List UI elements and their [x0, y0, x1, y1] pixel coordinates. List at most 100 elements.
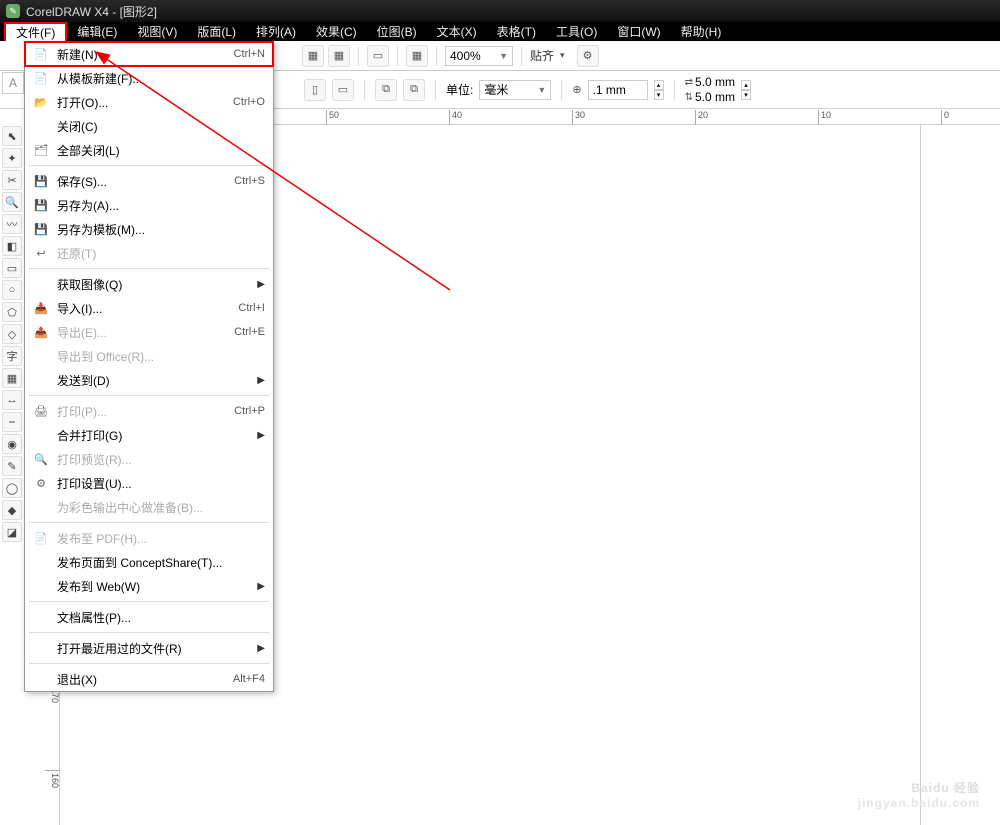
menu-tools[interactable]: 工具(O)	[546, 22, 607, 41]
menu-item-label: 合并打印(G)	[57, 427, 251, 444]
spinner-up-icon[interactable]: ▴	[654, 80, 664, 90]
ellipse-tool[interactable]: ○	[2, 280, 22, 300]
menu-bitmap[interactable]: 位图(B)	[367, 22, 427, 41]
dimension-tool[interactable]: ↔	[2, 390, 22, 410]
menu-bar: 文件(F) 编辑(E) 视图(V) 版面(L) 排列(A) 效果(C) 位图(B…	[0, 22, 1000, 41]
menu-item[interactable]: 发布页面到 ConceptShare(T)...	[25, 550, 273, 574]
ruler-tick: 0	[941, 110, 949, 125]
ruler-tick: 20	[695, 110, 708, 125]
orientation-portrait-button[interactable]: ▯	[304, 79, 326, 101]
menu-item-icon: 📤	[31, 324, 51, 340]
watermark-sub: jingyan.baidu.com	[858, 796, 980, 810]
menu-help[interactable]: 帮助(H)	[671, 22, 732, 41]
toolbar-btn[interactable]: ▦	[302, 45, 324, 67]
rectangle-tool[interactable]: ▭	[2, 258, 22, 278]
menu-layout[interactable]: 版面(L)	[187, 22, 246, 41]
menu-item[interactable]: 📄新建(N)Ctrl+N	[25, 42, 273, 66]
menu-item: 📤导出(E)...Ctrl+E	[25, 320, 273, 344]
menu-item-label: 全部关闭(L)	[57, 142, 265, 159]
menu-item-icon: 📄	[31, 530, 51, 546]
menu-arrange[interactable]: 排列(A)	[246, 22, 306, 41]
menu-item[interactable]: 🗂 全部关闭(L)	[25, 138, 273, 162]
ruler-tick: 160	[45, 770, 60, 788]
menu-item[interactable]: 合并打印(G)▶	[25, 423, 273, 447]
menu-item-label: 导出到 Office(R)...	[57, 348, 265, 365]
menu-item[interactable]: 📂打开(O)...Ctrl+O	[25, 90, 273, 114]
toolbar-btn[interactable]: ▦	[406, 45, 428, 67]
menu-item-icon	[31, 348, 51, 364]
eyedropper-tool[interactable]: ✎	[2, 456, 22, 476]
title-bar: ✎ CorelDRAW X4 - [图形2]	[0, 0, 1000, 22]
menu-item[interactable]: 💾另存为模板(M)...	[25, 217, 273, 241]
smart-fill-tool[interactable]: ◧	[2, 236, 22, 256]
menu-separator	[29, 165, 269, 166]
menu-edit[interactable]: 编辑(E)	[67, 22, 127, 41]
menu-text[interactable]: 文本(X)	[427, 22, 487, 41]
menu-item[interactable]: 📥导入(I)...Ctrl+I	[25, 296, 273, 320]
menu-view[interactable]: 视图(V)	[127, 22, 187, 41]
unit-label: 单位:	[446, 81, 473, 98]
menu-item-label: 退出(X)	[57, 671, 233, 688]
menu-item: 🔍打印预览(R)...	[25, 447, 273, 471]
nudge-field[interactable]: .1 mm	[588, 80, 648, 100]
unit-combo[interactable]: 毫米▼	[479, 80, 551, 100]
menu-item-shortcut: Alt+F4	[233, 673, 265, 685]
menu-item: 📄发布至 PDF(H)...	[25, 526, 273, 550]
menu-item-label: 获取图像(Q)	[57, 276, 251, 293]
menu-item-icon: 🗂	[31, 142, 51, 158]
fill-tool[interactable]: ◆	[2, 500, 22, 520]
menu-item[interactable]: ⚙打印设置(U)...	[25, 471, 273, 495]
outline-tool[interactable]: ◯	[2, 478, 22, 498]
menu-separator	[29, 663, 269, 664]
menu-item-label: 发送到(D)	[57, 372, 251, 389]
menu-file[interactable]: 文件(F)	[4, 22, 67, 41]
menu-item[interactable]: 退出(X)Alt+F4	[25, 667, 273, 691]
menu-item[interactable]: 📄从模板新建(F)...	[25, 66, 273, 90]
menu-item[interactable]: 打开最近用过的文件(R)▶	[25, 636, 273, 660]
pages-button[interactable]: ⧉	[403, 79, 425, 101]
table-tool[interactable]: ▦	[2, 368, 22, 388]
menu-item[interactable]: 文档属性(P)...	[25, 605, 273, 629]
basic-shapes-tool[interactable]: ◇	[2, 324, 22, 344]
menu-item-label: 关闭(C)	[57, 118, 265, 135]
toolbar-btn[interactable]: ⚙	[577, 45, 599, 67]
freehand-tool[interactable]: 〰	[2, 214, 22, 234]
orientation-landscape-button[interactable]: ▭	[332, 79, 354, 101]
interactive-fill-tool[interactable]: ◪	[2, 522, 22, 542]
text-tool[interactable]: 字	[2, 346, 22, 366]
menu-item[interactable]: 关闭(C)	[25, 114, 273, 138]
menu-item-icon	[31, 671, 51, 687]
menu-effects[interactable]: 效果(C)	[306, 22, 367, 41]
separator	[521, 46, 522, 66]
spinner-down-icon[interactable]: ▾	[741, 90, 751, 100]
shape-tool[interactable]: ✦	[2, 148, 22, 168]
app-logo-icon: ✎	[6, 4, 20, 18]
menu-item[interactable]: 发送到(D)▶	[25, 368, 273, 392]
separator	[436, 46, 437, 66]
spinner-up-icon[interactable]: ▴	[741, 80, 751, 90]
zoom-combo[interactable]: 400%▼	[445, 46, 513, 66]
blend-tool[interactable]: ◉	[2, 434, 22, 454]
crop-tool[interactable]: ✂	[2, 170, 22, 190]
toolbar-btn[interactable]: ▦	[328, 45, 350, 67]
pick-tool[interactable]: ⬉	[2, 126, 22, 146]
menu-item-label: 另存为模板(M)...	[57, 221, 265, 238]
polygon-tool[interactable]: ⬠	[2, 302, 22, 322]
menu-item[interactable]: 💾保存(S)...Ctrl+S	[25, 169, 273, 193]
zoom-tool[interactable]: 🔍	[2, 192, 22, 212]
menu-item-icon	[31, 118, 51, 134]
menu-window[interactable]: 窗口(W)	[607, 22, 670, 41]
toolbar-btn[interactable]: ▭	[367, 45, 389, 67]
menu-item[interactable]: 获取图像(Q)▶	[25, 272, 273, 296]
menu-table[interactable]: 表格(T)	[487, 22, 546, 41]
ruler-tick: 10	[818, 110, 831, 125]
menu-item-icon: 🖨	[31, 403, 51, 419]
connector-tool[interactable]: ⎯	[2, 412, 22, 432]
menu-item-label: 从模板新建(F)...	[57, 70, 265, 87]
menu-item[interactable]: 发布到 Web(W)▶	[25, 574, 273, 598]
menu-item-icon: 💾	[31, 197, 51, 213]
menu-item-shortcut: Ctrl+O	[233, 96, 265, 108]
spinner-down-icon[interactable]: ▾	[654, 90, 664, 100]
menu-item[interactable]: 💾另存为(A)...	[25, 193, 273, 217]
pages-button[interactable]: ⧉	[375, 79, 397, 101]
